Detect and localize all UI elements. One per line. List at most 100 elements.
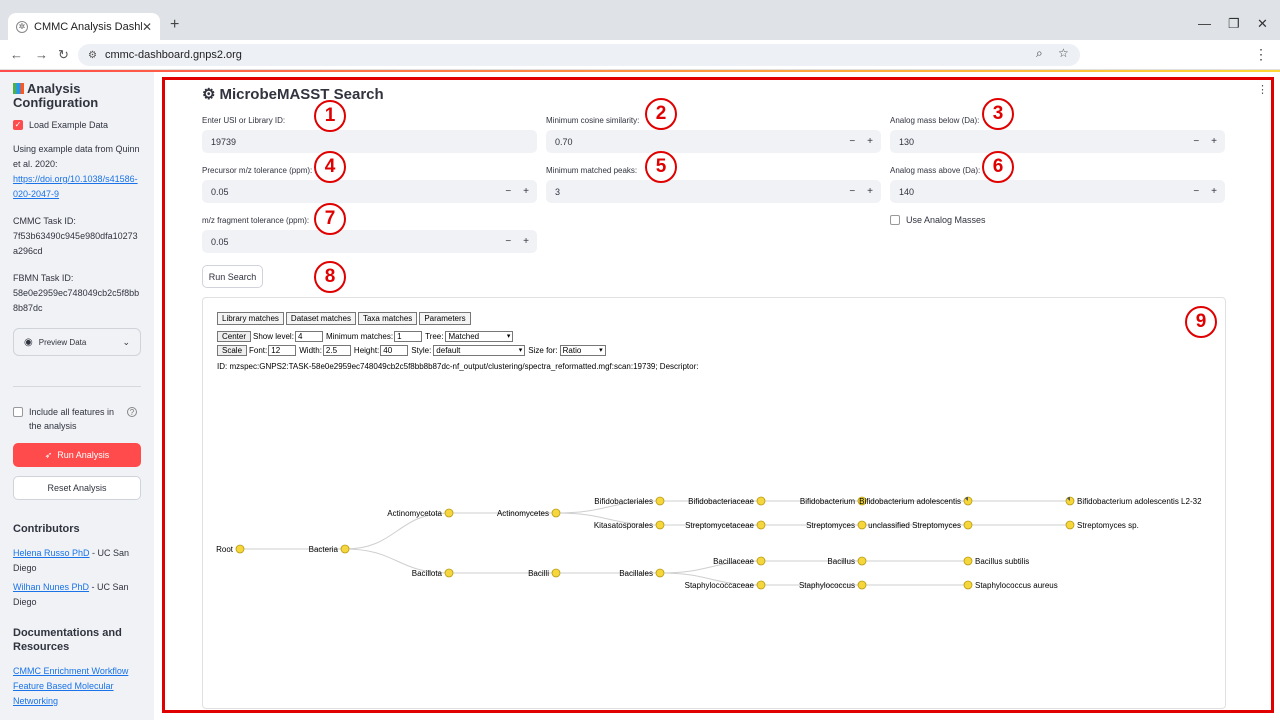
close-window-button[interactable]: ✕ [1257,16,1268,32]
zoom-icon[interactable]: ⌕ [1036,46,1043,61]
app-menu-icon[interactable]: ⋮ [1257,83,1268,96]
cosine-input[interactable]: 0.70− + [546,130,881,153]
browser-tabstrip: ✲ CMMC Analysis Dashboard ✕ + — ❐ ✕ [0,0,1280,40]
width-input[interactable]: 2.5 [322,345,351,356]
fbmn-task-id: 58e0e2959ec748049cb2c5f8bb8b87dc [13,288,140,313]
checkbox-checked-icon[interactable]: ✓ [13,120,23,130]
tree-node-unclassified_strep[interactable] [963,520,973,530]
show-level-input[interactable]: 4 [294,331,323,342]
tree-node-strep_sp[interactable] [1065,520,1075,530]
decrement-button[interactable]: − [1193,186,1199,197]
tree-node-root[interactable] [235,544,245,554]
minimize-button[interactable]: — [1198,16,1211,31]
fbmn-task-info: FBMN Task ID: 58e0e2959ec748049cb2c5f8bb… [13,273,140,313]
size-for-select[interactable]: Ratio [559,345,606,356]
page-title: ⚙ MicrobeMASST Search [202,86,384,103]
precursor-tolerance-label: Precursor m/z tolerance (ppm): [202,166,313,175]
run-analysis-button[interactable]: ➶ Run Analysis [13,443,141,467]
usi-input[interactable]: 19739 [202,130,537,153]
tab-dataset-matches[interactable]: Dataset matches [285,312,356,325]
tree-node-bacillus[interactable] [857,556,867,566]
tree-node-bacteria[interactable] [340,544,350,554]
checkbox-unchecked-icon[interactable] [13,407,23,417]
load-example-checkbox[interactable]: ✓ Load Example Data [13,120,141,130]
decrement-button[interactable]: − [849,186,855,197]
tree-node-staphylococcus[interactable] [857,580,867,590]
doc-link-cmmc[interactable]: CMMC Enrichment Workflow [13,664,141,679]
increment-button[interactable]: + [1211,186,1217,197]
include-all-features-checkbox[interactable]: Include all features in the analysis ? [13,405,141,433]
decrement-button[interactable]: − [1193,136,1199,147]
browser-menu-icon[interactable]: ⋮ [1254,46,1268,63]
tree-label: Bacillus subtilis [975,557,1029,566]
analog-above-input[interactable]: 140− + [890,180,1225,203]
fragment-tolerance-input[interactable]: 0.05− + [202,230,537,253]
center-button[interactable]: Center [217,331,252,342]
tab-title: CMMC Analysis Dashboard [34,20,142,33]
tab-parameters[interactable]: Parameters [419,312,471,325]
style-select[interactable]: default [433,345,526,356]
forward-arrow-icon[interactable]: → [35,47,48,62]
tree-node-staph_aureus[interactable] [963,580,973,590]
back-arrow-icon[interactable]: ← [10,47,23,62]
tree-node-actinomycetota[interactable] [444,508,454,518]
tree-node-actinomycetes[interactable] [551,508,561,518]
tree-node-bacillus_subtilis[interactable] [963,556,973,566]
increment-button[interactable]: + [523,186,529,197]
url-field[interactable]: ⚙ cmmc-dashboard.gnps2.org ⌕ ☆ [78,44,1080,66]
address-bar: ← → ↻ ⚙ cmmc-dashboard.gnps2.org ⌕ ☆ ⋮ [0,40,1280,70]
help-icon[interactable]: ? [127,407,137,417]
tree-node-streptomyces[interactable] [857,520,867,530]
tree-node-bacillales[interactable] [655,568,665,578]
min-matches-input[interactable]: 1 [394,331,423,342]
increment-button[interactable]: + [1211,136,1217,147]
decrement-button[interactable]: − [505,236,511,247]
new-tab-button[interactable]: + [170,16,179,34]
height-input[interactable]: 40 [380,345,409,356]
callout-marker-6: 6 [982,151,1014,183]
bookmark-star-icon[interactable]: ☆ [1058,46,1069,60]
tree-controls-row-1: Center Show level: 4 Minimum matches: 1 … [217,331,516,342]
analog-below-input[interactable]: 130− + [890,130,1225,153]
close-tab-icon[interactable]: ✕ [142,20,152,34]
matched-peaks-input[interactable]: 3− + [546,180,881,203]
increment-button[interactable]: + [523,236,529,247]
run-search-button[interactable]: Run Search [202,265,263,288]
tree-node-bacilli[interactable] [551,568,561,578]
increment-button[interactable]: + [867,186,873,197]
decrement-button[interactable]: − [505,186,511,197]
site-info-icon[interactable]: ⚙ [88,50,97,61]
tab-taxa-matches[interactable]: Taxa matches [357,312,418,325]
example-data-note: Using example data from Quinn et al. 202… [13,144,140,199]
analog-above-label: Analog mass above (Da): [890,166,981,175]
reset-analysis-button[interactable]: Reset Analysis [13,476,141,500]
restore-button[interactable]: ❐ [1228,16,1240,32]
doc-link-fbmn[interactable]: Feature Based Molecular Networking [13,679,141,709]
preview-data-expander[interactable]: ◉ Preview Data ⌄ [13,328,141,356]
tree-node-bifidobacteriaceae[interactable] [756,496,766,506]
browser-tab[interactable]: ✲ CMMC Analysis Dashboard ✕ [8,13,160,40]
precursor-tolerance-input[interactable]: 0.05− + [202,180,537,203]
cmmc-task-info: CMMC Task ID: 7f53b63490c945e980dfa10273… [13,216,138,256]
reload-icon[interactable]: ↻ [58,47,69,63]
tree-node-kitasatosporales[interactable] [655,520,665,530]
tab-library-matches[interactable]: Library matches [217,312,284,325]
checkbox-unchecked-icon[interactable] [890,215,900,225]
tree-label: Bacillus [827,557,855,566]
cosine-label: Minimum cosine similarity: [546,116,640,125]
tree-select[interactable]: Matched [445,331,514,342]
callout-marker-7: 7 [314,203,346,235]
tree-node-staphylococcaceae[interactable] [756,580,766,590]
tree-node-bacillaceae[interactable] [756,556,766,566]
tree-node-bacillota[interactable] [444,568,454,578]
use-analog-masses-checkbox[interactable]: Use Analog Masses [890,215,986,225]
tree-node-streptomycetaceae[interactable] [756,520,766,530]
decrement-button[interactable]: − [849,136,855,147]
tree-node-bifidobacteriales[interactable] [655,496,665,506]
increment-button[interactable]: + [867,136,873,147]
scale-button[interactable]: Scale [217,345,248,356]
contributor-item: Wilhan Nunes PhD - UC San Diego [13,582,129,607]
example-doi-link[interactable]: https://doi.org/10.1038/s41586-020-2047-… [13,174,138,199]
matched-peaks-label: Minimum matched peaks: [546,166,638,175]
font-input[interactable]: 12 [268,345,297,356]
